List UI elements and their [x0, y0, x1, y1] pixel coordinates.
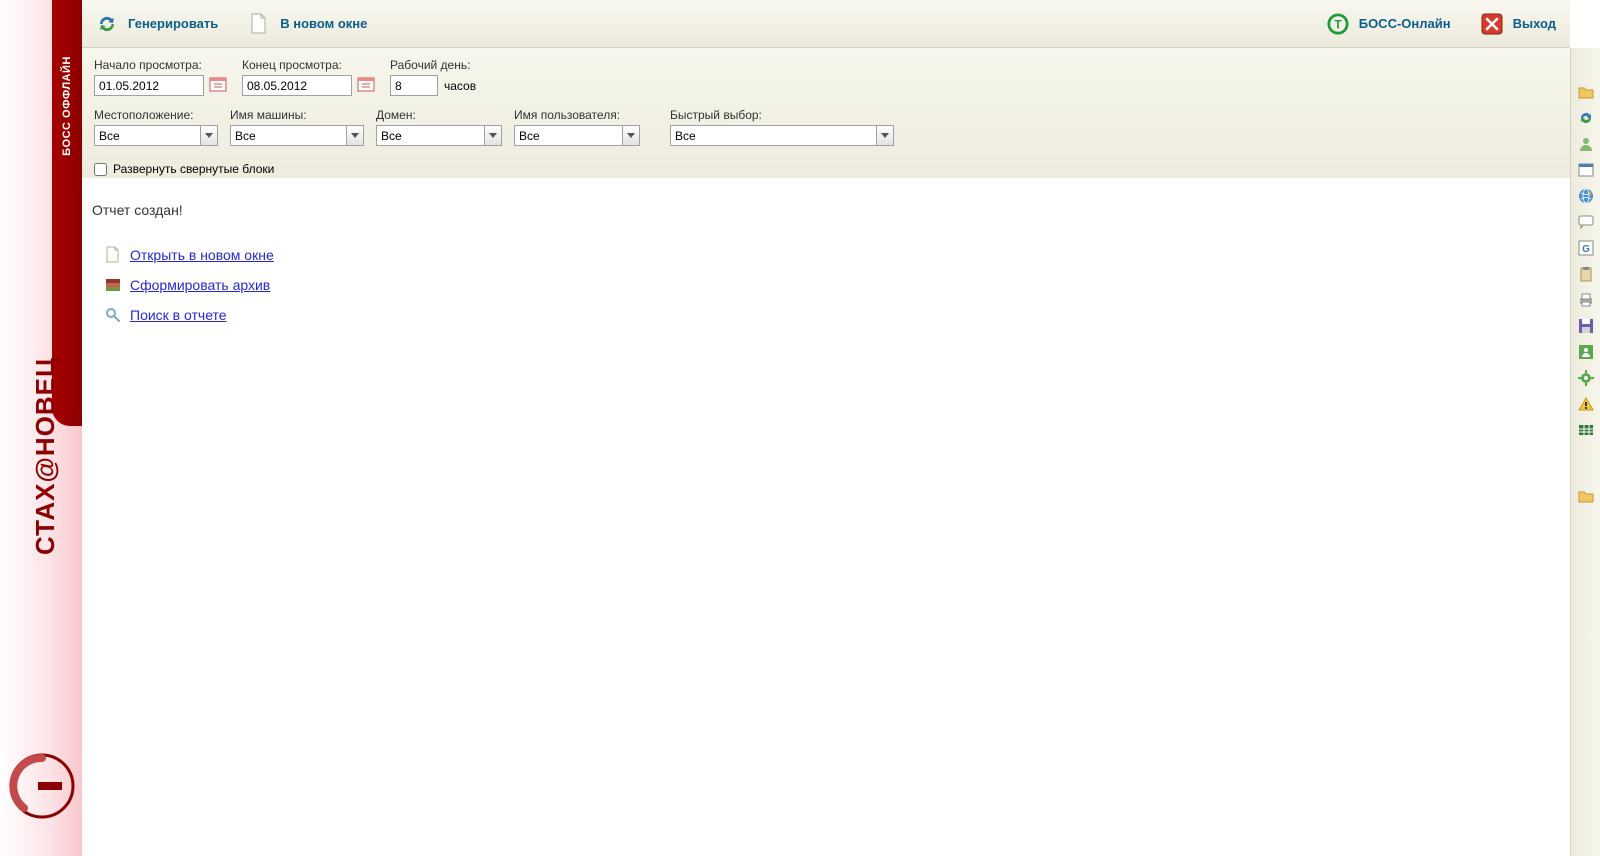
globe-icon[interactable] — [1578, 188, 1594, 204]
printer-icon[interactable] — [1578, 292, 1594, 308]
start-date-field: Начало просмотра: — [94, 58, 204, 96]
end-date-label: Конец просмотра: — [242, 58, 352, 72]
gear-icon[interactable] — [1578, 370, 1594, 386]
close-icon — [1481, 13, 1503, 35]
warning-icon[interactable] — [1578, 396, 1594, 412]
generate-label: Генерировать — [128, 16, 218, 31]
report-content: Отчет создан! Открыть в новом окне Сформ… — [82, 178, 1570, 856]
filter-row-1: Начало просмотра: Конец просмотра: Рабоч… — [94, 58, 1558, 96]
create-archive-row: Сформировать архив — [104, 276, 1560, 294]
left-sidebar: БОСС ОФФЛАЙН СТАХ@НОВЕЦ — [0, 0, 82, 856]
start-date-label: Начало просмотра: — [94, 58, 204, 72]
svg-text:T: T — [1334, 17, 1342, 31]
quick-field: Быстрый выбор: — [670, 108, 894, 146]
brand-logo-icon — [8, 752, 76, 820]
generate-button[interactable]: Генерировать — [96, 13, 218, 35]
new-window-label: В новом окне — [280, 16, 367, 31]
boss-online-label: БОСС-Онлайн — [1359, 16, 1451, 31]
brand-vertical: СТАХ@НОВЕЦ — [30, 357, 61, 555]
machine-select[interactable] — [230, 125, 346, 146]
domain-select[interactable] — [376, 125, 484, 146]
open-new-window-row: Открыть в новом окне — [104, 246, 1560, 264]
chevron-down-icon[interactable] — [200, 125, 218, 146]
quick-label: Быстрый выбор: — [670, 108, 894, 122]
calendar-icon[interactable] — [209, 75, 227, 93]
exit-label: Выход — [1513, 16, 1556, 31]
search-report-row: Поиск в отчете — [104, 306, 1560, 324]
document-icon — [248, 13, 270, 35]
document-icon — [104, 246, 122, 264]
location-field: Местоположение: — [94, 108, 218, 146]
chevron-down-icon[interactable] — [346, 125, 364, 146]
end-date-field: Конец просмотра: — [242, 58, 352, 96]
search-g-icon[interactable]: G — [1578, 240, 1594, 256]
table-icon[interactable] — [1578, 422, 1594, 438]
user-icon[interactable] — [1578, 136, 1594, 152]
domain-field: Домен: — [376, 108, 502, 146]
folder-icon[interactable] — [1578, 84, 1594, 100]
refresh-icon — [96, 13, 118, 35]
offline-tab-label: БОСС ОФФЛАЙН — [61, 56, 73, 156]
quick-select[interactable] — [670, 125, 876, 146]
end-date-input[interactable] — [242, 75, 352, 96]
online-icon: T — [1327, 13, 1349, 35]
chat-icon[interactable] — [1578, 214, 1594, 230]
expand-blocks-checkbox[interactable] — [94, 163, 107, 176]
archive-icon — [104, 276, 122, 294]
location-label: Местоположение: — [94, 108, 218, 122]
user-field: Имя пользователя: — [514, 108, 640, 146]
create-archive-link[interactable]: Сформировать архив — [130, 277, 270, 293]
search-icon — [104, 306, 122, 324]
search-report-link[interactable]: Поиск в отчете — [130, 307, 227, 323]
filter-row-2: Местоположение: Имя машины: Домен: Имя п… — [94, 108, 1558, 146]
chevron-down-icon[interactable] — [622, 125, 640, 146]
chevron-down-icon[interactable] — [484, 125, 502, 146]
sync-icon[interactable] — [1578, 110, 1594, 126]
window-icon[interactable] — [1578, 162, 1594, 178]
user-select[interactable] — [514, 125, 622, 146]
new-window-button[interactable]: В новом окне — [248, 13, 367, 35]
location-select[interactable] — [94, 125, 200, 146]
topbar: Генерировать В новом окне T БОСС-Онлайн … — [82, 0, 1570, 48]
folder2-icon[interactable] — [1578, 488, 1594, 504]
expand-blocks-row: Развернуть свернутые блоки — [94, 158, 1558, 178]
exit-button[interactable]: Выход — [1481, 13, 1556, 35]
open-new-window-link[interactable]: Открыть в новом окне — [130, 247, 274, 263]
user-label: Имя пользователя: — [514, 108, 640, 122]
domain-label: Домен: — [376, 108, 502, 122]
calendar-icon[interactable] — [357, 75, 375, 93]
workday-input[interactable] — [390, 75, 438, 96]
expand-blocks-label: Развернуть свернутые блоки — [113, 162, 274, 176]
workday-field: Рабочий день: часов — [390, 58, 476, 96]
clipboard-icon[interactable] — [1578, 266, 1594, 282]
user-save-icon[interactable] — [1578, 344, 1594, 360]
right-iconbar: G — [1570, 48, 1600, 856]
svg-text:G: G — [1582, 244, 1590, 255]
filter-bar: Начало просмотра: Конец просмотра: Рабоч… — [82, 48, 1570, 187]
report-created-message: Отчет создан! — [92, 202, 1560, 218]
chevron-down-icon[interactable] — [876, 125, 894, 146]
start-date-input[interactable] — [94, 75, 204, 96]
workday-unit: часов — [444, 79, 476, 93]
workday-label: Рабочий день: — [390, 58, 476, 72]
machine-field: Имя машины: — [230, 108, 364, 146]
save-icon[interactable] — [1578, 318, 1594, 334]
machine-label: Имя машины: — [230, 108, 364, 122]
boss-online-button[interactable]: T БОСС-Онлайн — [1327, 13, 1451, 35]
